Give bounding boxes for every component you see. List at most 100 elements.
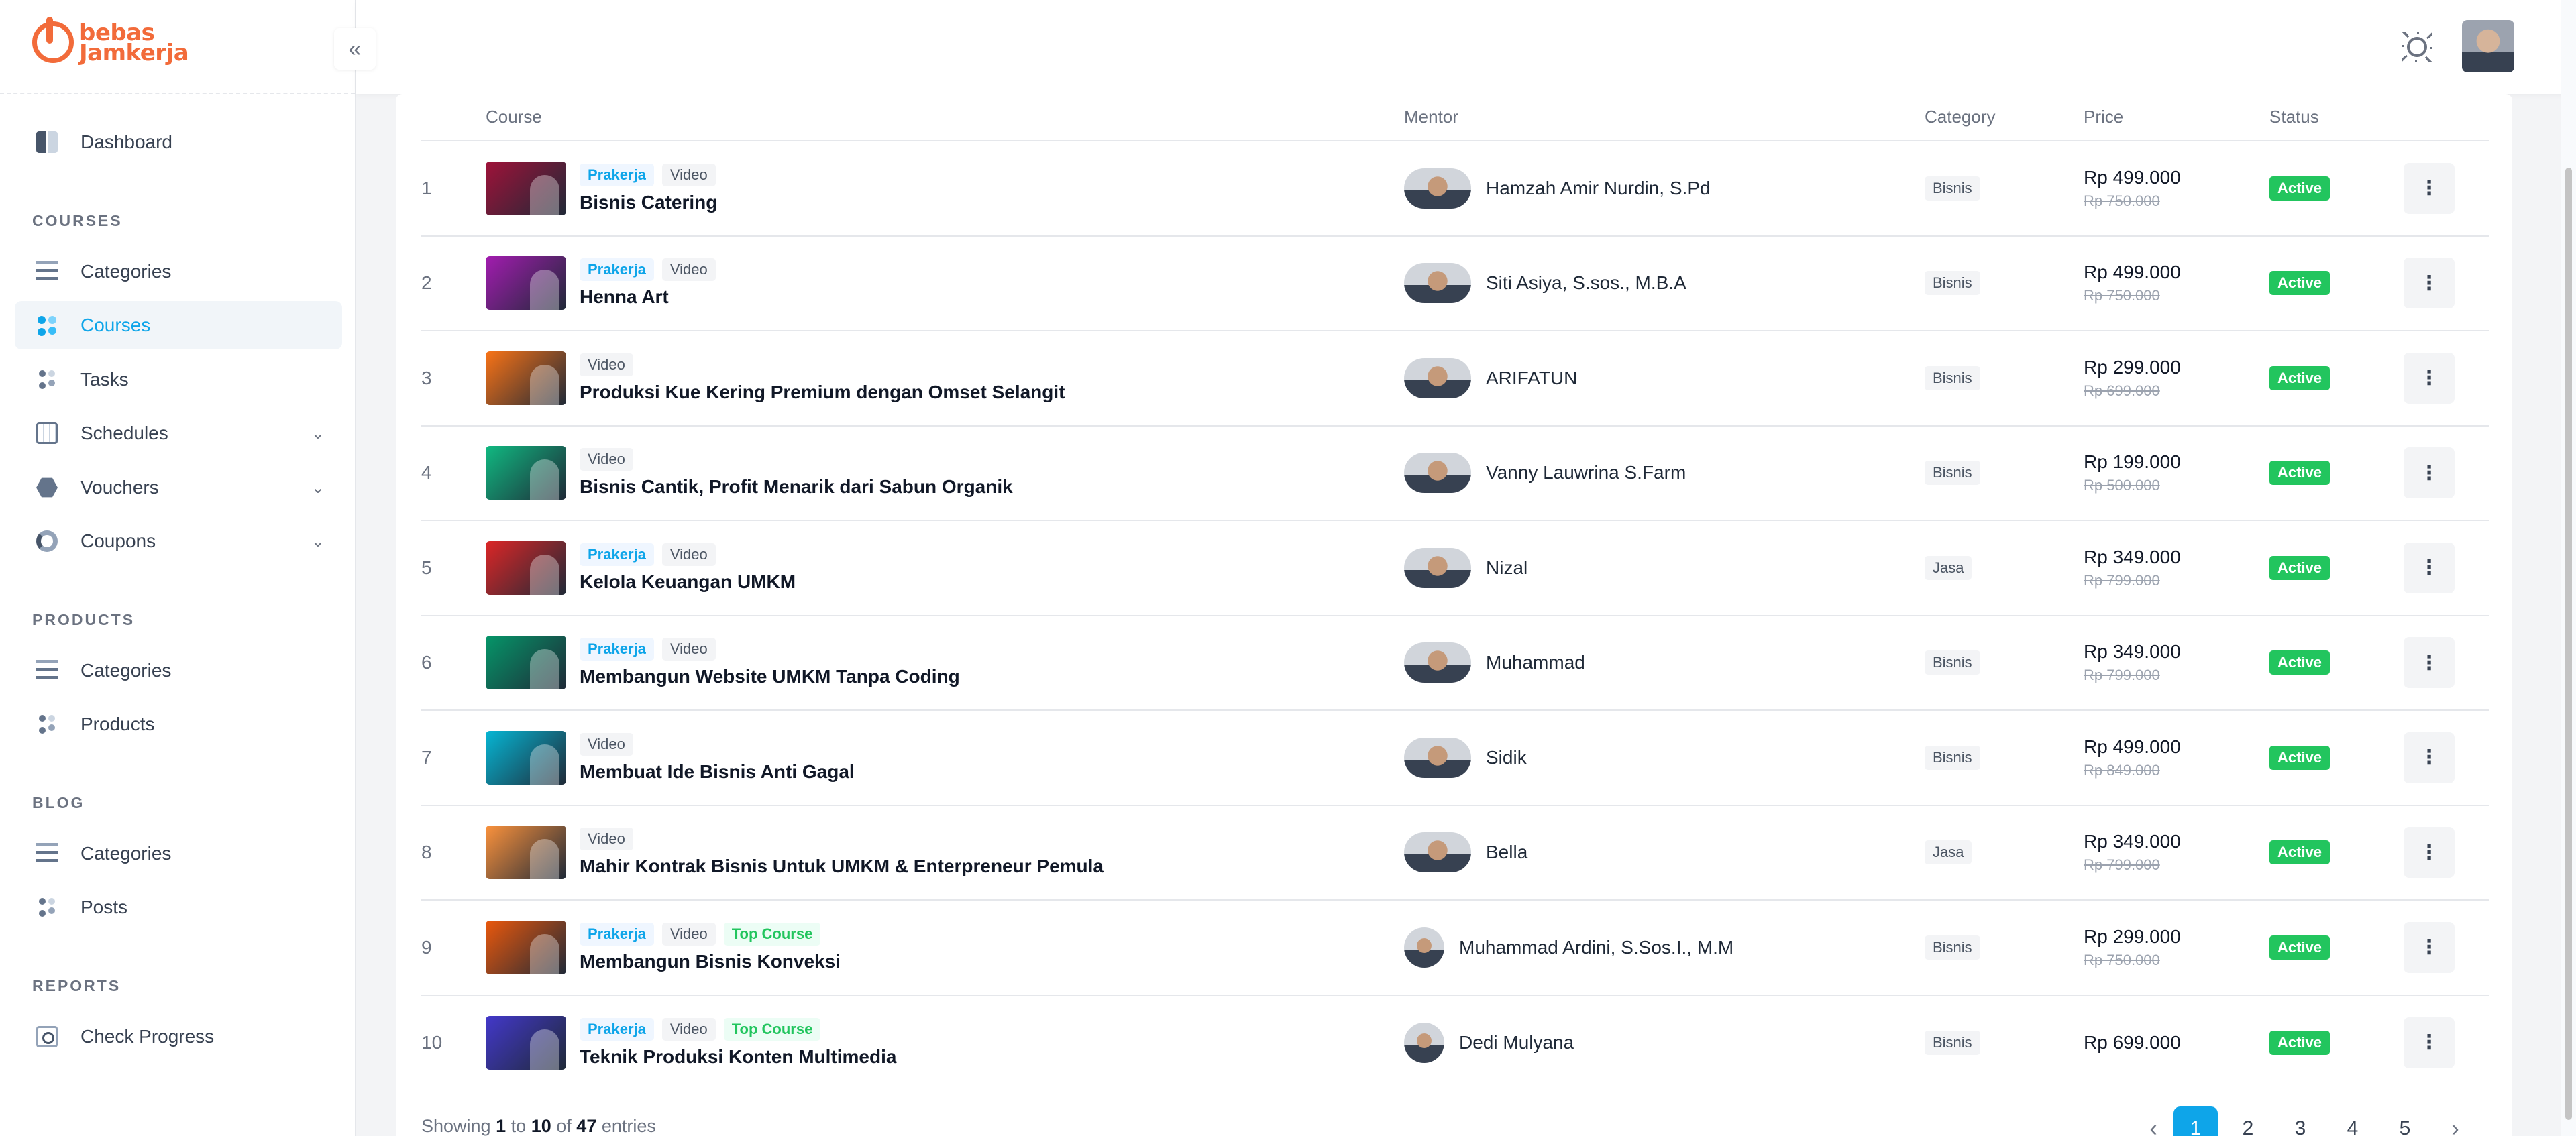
course-thumbnail[interactable] <box>486 351 566 405</box>
course-info: Video Produksi Kue Kering Premium dengan… <box>486 351 1404 405</box>
sidebar-item-label: Courses <box>80 315 151 335</box>
sidebar-item-dashboard[interactable]: Dashboard <box>15 118 342 166</box>
course-name[interactable]: Membangun Website UMKM Tanpa Coding <box>580 666 960 687</box>
course-thumbnail[interactable] <box>486 256 566 310</box>
course-tags: Video <box>580 353 1065 376</box>
sidebar-item-products[interactable]: Products <box>15 700 342 748</box>
sidebar-item-label: Coupons <box>80 530 156 551</box>
row-actions-button[interactable]: ⋮ <box>2404 542 2455 593</box>
course-thumbnail[interactable] <box>486 161 566 215</box>
mentor-info: Vanny Lauwrina S.Farm <box>1404 453 1925 494</box>
sidebar-item-courses[interactable]: Courses <box>15 301 342 349</box>
category-cell: Bisnis <box>1925 900 2084 996</box>
course-name[interactable]: Mahir Kontrak Bisnis Untuk UMKM & Enterp… <box>580 856 1104 877</box>
course-name[interactable]: Kelola Keuangan UMKM <box>580 571 796 593</box>
actions-cell: ⋮ <box>2404 331 2489 427</box>
brand-name[interactable]: bebas Jamkerja <box>79 21 189 64</box>
scrollbar[interactable] <box>2561 0 2576 1136</box>
category-badge: Bisnis <box>1925 365 1980 390</box>
sidebar-item-vouchers[interactable]: Vouchers ⌄ <box>15 463 342 512</box>
topbar <box>356 0 2576 94</box>
original-price: Rp 799.000 <box>2084 856 2160 874</box>
course-name[interactable]: Bisnis Cantik, Profit Menarik dari Sabun… <box>580 476 1013 498</box>
course-name[interactable]: Produksi Kue Kering Premium dengan Omset… <box>580 382 1065 403</box>
sidebar-item-blog-categories[interactable]: Categories <box>15 830 342 878</box>
course-cell: Video Mahir Kontrak Bisnis Untuk UMKM & … <box>486 805 1404 901</box>
price-cell: Rp 349.000 Rp 799.000 <box>2084 615 2269 711</box>
course-name[interactable]: Membangun Bisnis Konveksi <box>580 951 841 972</box>
course-name[interactable]: Membuat Ide Bisnis Anti Gagal <box>580 761 855 783</box>
sidebar-item-check-progress[interactable]: Check Progress <box>15 1013 342 1061</box>
mentor-info: ARIFATUN <box>1404 357 1925 398</box>
sidebar-item-label: Categories <box>80 660 172 681</box>
page-button-4[interactable]: 4 <box>2330 1106 2375 1136</box>
sidebar-item-label: Dashboard <box>80 131 172 152</box>
status-cell: Active <box>2269 900 2404 996</box>
course-tag: Video <box>580 448 633 471</box>
actions-cell: ⋮ <box>2404 900 2489 996</box>
page-button-5[interactable]: 5 <box>2383 1106 2427 1136</box>
row-actions-button[interactable]: ⋮ <box>2404 921 2455 973</box>
page-button-1[interactable]: 1 <box>2174 1106 2218 1136</box>
mentor-avatar <box>1404 1022 1444 1063</box>
row-actions-button[interactable]: ⋮ <box>2404 637 2455 689</box>
row-actions-button[interactable]: ⋮ <box>2404 1017 2455 1068</box>
row-actions-button[interactable]: ⋮ <box>2404 827 2455 878</box>
mentor-avatar <box>1404 642 1471 683</box>
list-icon <box>36 660 58 681</box>
price-cell: Rp 499.000 Rp 750.000 <box>2084 235 2269 331</box>
row-number: 1 <box>421 141 486 237</box>
sidebar-item-product-categories[interactable]: Categories <box>15 646 342 695</box>
page-button-3[interactable]: 3 <box>2278 1106 2322 1136</box>
sidebar-item-schedules[interactable]: Schedules ⌄ <box>15 409 342 457</box>
course-thumbnail[interactable] <box>486 446 566 500</box>
course-text: Prakerja Video Top Course Membangun Bisnis… <box>580 922 841 972</box>
price-cell: Rp 349.000 Rp 799.000 <box>2084 520 2269 616</box>
sidebar-item-course-categories[interactable]: Categories <box>15 247 342 296</box>
row-actions-button[interactable]: ⋮ <box>2404 732 2455 783</box>
scrollbar-thumb[interactable] <box>2565 168 2572 1120</box>
mentor-info: Hamzah Amir Nurdin, S.Pd <box>1404 168 1925 209</box>
prev-page-chevron-left-icon[interactable]: ‹ <box>2133 1116 2174 1136</box>
list-icon <box>36 261 58 282</box>
sidebar-item-posts[interactable]: Posts <box>15 883 342 931</box>
mentor-name: Muhammad <box>1486 652 1585 673</box>
sidebar-item-coupons[interactable]: Coupons ⌄ <box>15 517 342 565</box>
row-actions-button[interactable]: ⋮ <box>2404 258 2455 309</box>
collapse-sidebar-button[interactable]: « <box>334 28 376 70</box>
showing-total: 47 <box>576 1116 597 1136</box>
course-tag: Prakerja <box>580 1017 654 1041</box>
row-actions-button[interactable]: ⋮ <box>2404 162 2455 214</box>
course-thumbnail[interactable] <box>486 826 566 880</box>
chevron-down-icon: ⌄ <box>311 532 325 551</box>
row-number: 6 <box>421 615 486 711</box>
price-cell: Rp 299.000 Rp 750.000 <box>2084 900 2269 996</box>
table-row: 8 Video Mahir Kontrak Bisnis Untuk UMKM … <box>421 805 2489 901</box>
course-thumbnail[interactable] <box>486 1015 566 1070</box>
course-name[interactable]: Teknik Produksi Konten Multimedia <box>580 1046 896 1068</box>
page-button-2[interactable]: 2 <box>2226 1106 2270 1136</box>
showing-to-word: to <box>511 1116 527 1136</box>
course-name[interactable]: Bisnis Catering <box>580 192 717 213</box>
next-page-chevron-right-icon[interactable]: › <box>2435 1116 2475 1136</box>
course-thumbnail[interactable] <box>486 730 566 785</box>
status-cell: Active <box>2269 995 2404 1090</box>
course-thumbnail[interactable] <box>486 920 566 974</box>
course-info: Prakerja Video Henna Art <box>486 256 1404 310</box>
category-badge: Bisnis <box>1925 1030 1980 1055</box>
theme-toggle-sun-icon[interactable] <box>2407 37 2427 57</box>
row-actions-button[interactable]: ⋮ <box>2404 447 2455 499</box>
course-info: Prakerja Video Bisnis Catering <box>486 161 1404 215</box>
course-name[interactable]: Henna Art <box>580 286 716 308</box>
mentor-cell: Bella <box>1404 805 1925 901</box>
actions-cell: ⋮ <box>2404 710 2489 806</box>
course-cell: Video Bisnis Cantik, Profit Menarik dari… <box>486 425 1404 521</box>
course-info: Prakerja Video Kelola Keuangan UMKM <box>486 541 1404 595</box>
row-actions-button[interactable]: ⋮ <box>2404 352 2455 404</box>
sidebar-item-tasks[interactable]: Tasks <box>15 355 342 404</box>
course-tag: Video <box>580 828 633 851</box>
table-row: 2 Prakerja Video Henna Art Siti Asiya, S.… <box>421 235 2489 331</box>
course-thumbnail[interactable] <box>486 541 566 595</box>
course-thumbnail[interactable] <box>486 636 566 690</box>
user-avatar[interactable] <box>2462 20 2514 72</box>
